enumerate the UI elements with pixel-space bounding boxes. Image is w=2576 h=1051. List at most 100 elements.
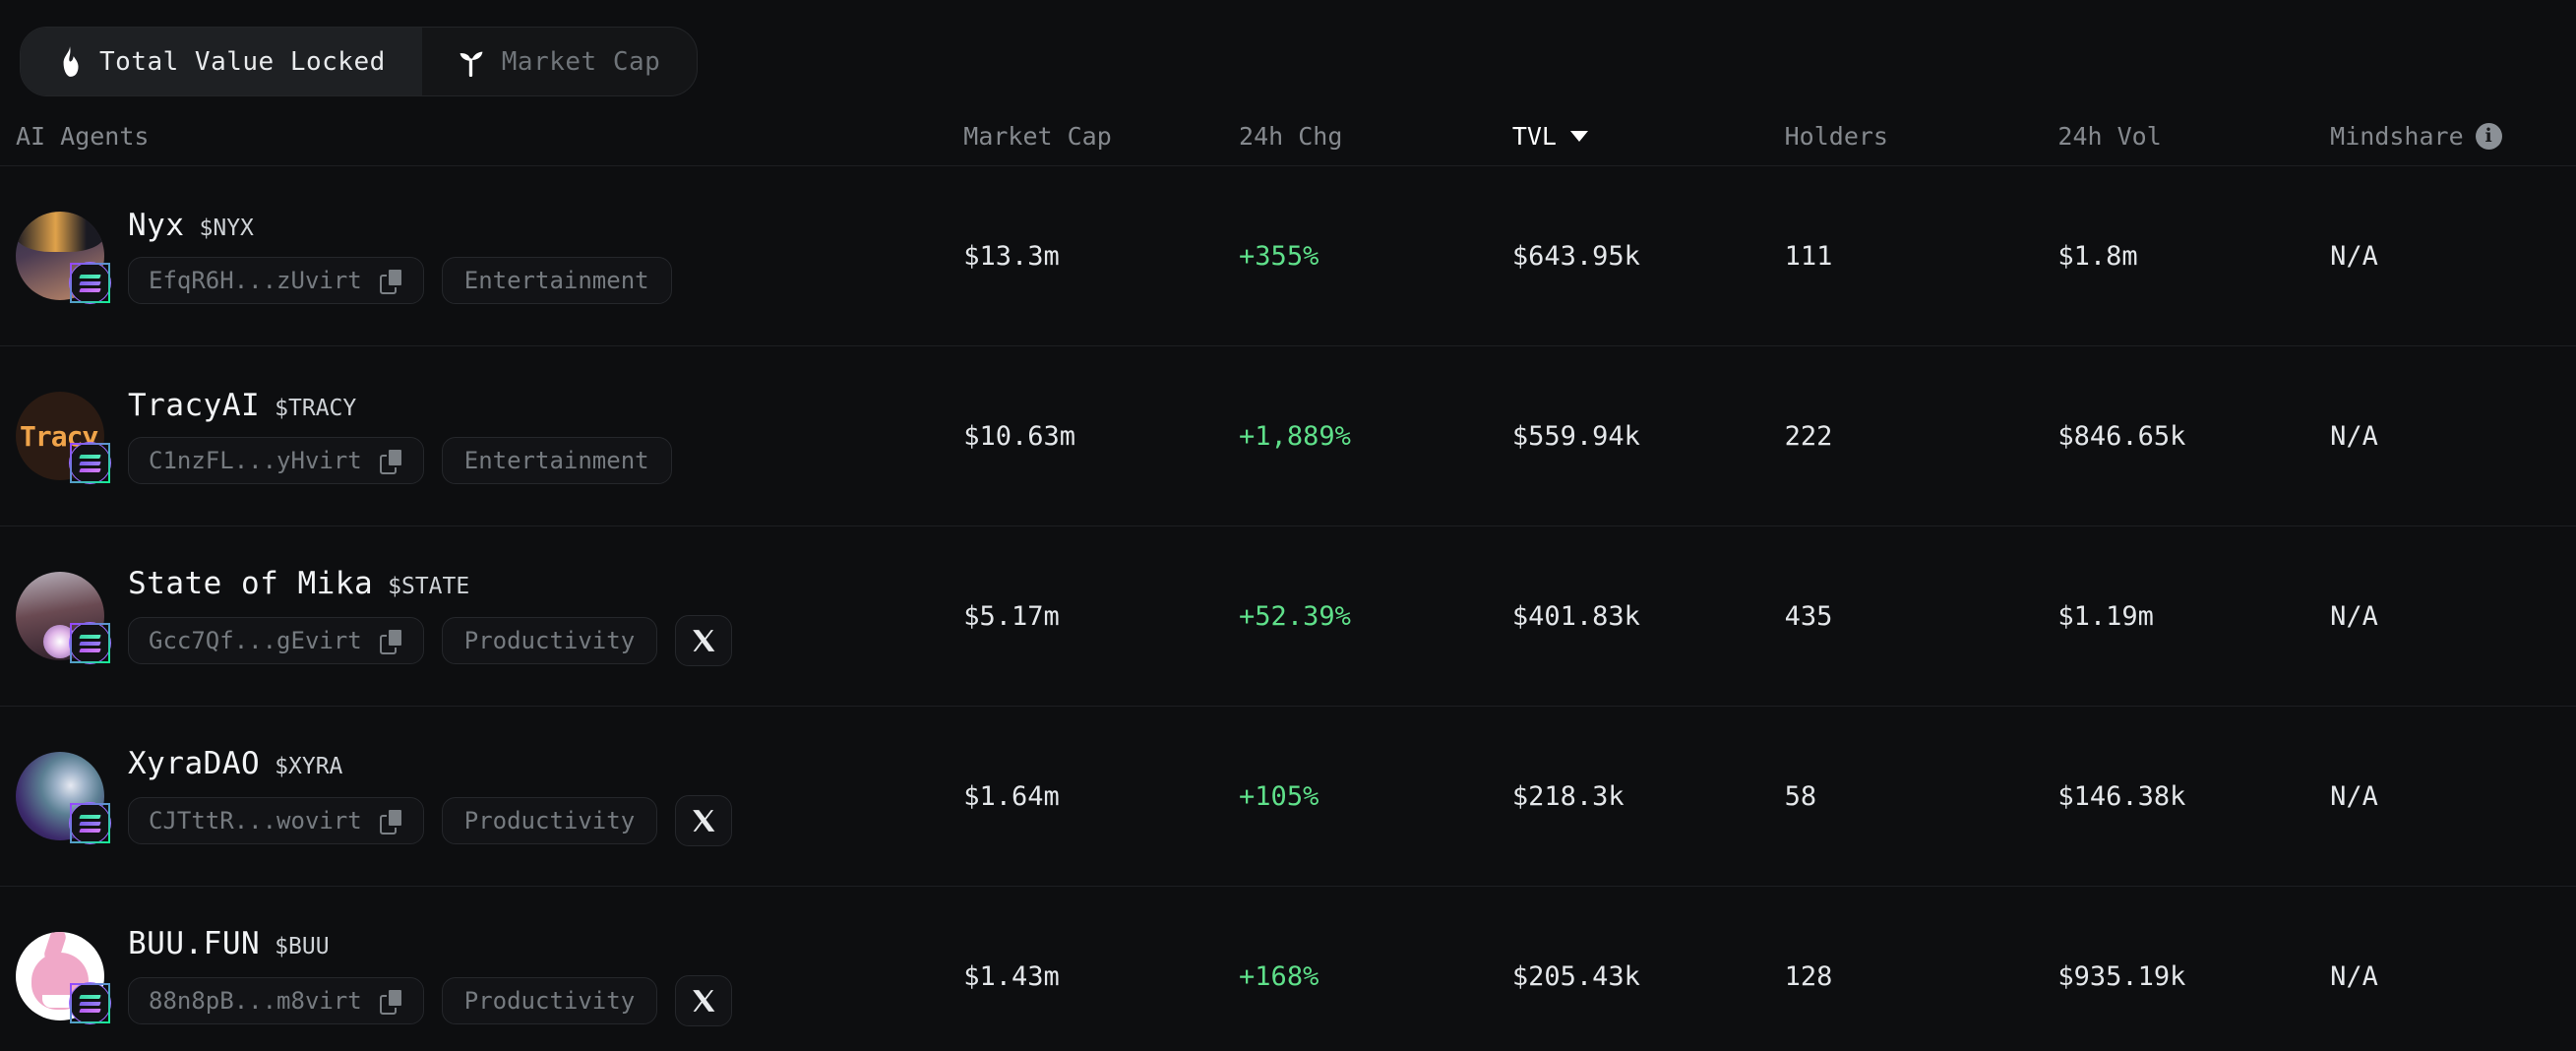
table-header-row: AI Agents Market Cap 24h Chg TVL Holders… — [0, 106, 2576, 165]
contract-address-text: Gcc7Qf...gEvirt — [149, 627, 362, 654]
cell-tvl: $218.3k — [1511, 780, 1625, 812]
info-icon[interactable]: i — [2475, 122, 2502, 150]
agent-identity-cell[interactable]: BUU.FUN $BUU 88n8pB...m8virt Productivit… — [16, 926, 963, 1026]
copy-icon[interactable] — [379, 627, 403, 654]
column-header-ai-agents[interactable]: AI Agents — [16, 122, 963, 151]
agent-name: Nyx — [128, 208, 185, 243]
cell-market-cap: $10.63m — [963, 420, 1076, 452]
contract-address-pill[interactable]: C1nzFL...yHvirt — [128, 437, 424, 484]
flame-icon — [57, 45, 83, 78]
tab-total-value-locked[interactable]: Total Value Locked — [21, 28, 422, 95]
copy-icon[interactable] — [379, 267, 403, 294]
agent-ticker: $BUU — [275, 934, 330, 959]
solana-chain-badge-icon — [70, 263, 110, 303]
cell-24h-vol: $146.38k — [2057, 780, 2186, 812]
agent-identity-cell[interactable]: State of Mika $STATE Gcc7Qf...gEvirt Pro… — [16, 566, 963, 666]
column-header-holders[interactable]: Holders — [1785, 122, 2058, 151]
agent-ticker: $NYX — [199, 216, 254, 241]
category-pill[interactable]: Entertainment — [441, 437, 672, 484]
cell-mindshare: N/A — [2330, 240, 2378, 272]
cell-market-cap: $5.17m — [963, 600, 1060, 632]
contract-address-text: CJTttR...wovirt — [149, 807, 362, 835]
agent-identity-cell[interactable]: XyraDAO $XYRA CJTttR...wovirt Productivi… — [16, 746, 963, 846]
agent-identity-cell[interactable]: Tracy TracyAI $TRACY C1nzFL...yHvirt Ent… — [16, 388, 963, 484]
x-icon — [693, 990, 715, 1012]
agent-ticker: $STATE — [388, 574, 470, 599]
cell-mindshare: N/A — [2330, 420, 2378, 452]
column-header-tvl[interactable]: TVL — [1512, 122, 1785, 151]
table-row[interactable]: BUU.FUN $BUU 88n8pB...m8virt Productivit… — [0, 886, 2576, 1051]
category-pill[interactable]: Productivity — [441, 797, 658, 844]
cell-24h-chg: +168% — [1239, 960, 1319, 992]
contract-address-text: EfqR6H...zUvirt — [149, 267, 362, 294]
agent-name: BUU.FUN — [128, 926, 261, 961]
avatar-art — [16, 212, 104, 253]
x-icon — [693, 810, 715, 832]
cell-tvl: $643.95k — [1511, 240, 1640, 272]
cell-tvl: $401.83k — [1511, 600, 1640, 632]
x-icon — [693, 630, 715, 651]
solana-chain-badge-icon — [70, 803, 110, 843]
cell-24h-chg: +52.39% — [1239, 600, 1351, 632]
copy-icon[interactable] — [379, 807, 403, 835]
cell-market-cap: $1.43m — [963, 960, 1060, 992]
sort-desc-caret-icon — [1569, 130, 1588, 142]
agent-name: XyraDAO — [128, 746, 261, 781]
table-row[interactable]: XyraDAO $XYRA CJTttR...wovirt Productivi… — [0, 706, 2576, 886]
contract-address-pill[interactable]: CJTttR...wovirt — [128, 797, 424, 844]
copy-icon[interactable] — [379, 987, 403, 1015]
table-row[interactable]: State of Mika $STATE Gcc7Qf...gEvirt Pro… — [0, 526, 2576, 706]
cell-holders: 435 — [1784, 600, 1833, 632]
contract-address-text: C1nzFL...yHvirt — [149, 447, 362, 474]
avatar — [16, 752, 110, 843]
cell-tvl: $205.43k — [1511, 960, 1640, 992]
cell-24h-vol: $1.19m — [2057, 600, 2154, 632]
metric-toggle-group[interactable]: Total Value Locked Market Cap — [20, 27, 699, 96]
avatar — [16, 932, 110, 1023]
cell-24h-chg: +1,889% — [1239, 420, 1351, 452]
category-pill[interactable]: Entertainment — [441, 257, 672, 304]
cell-mindshare: N/A — [2330, 780, 2378, 812]
contract-address-pill[interactable]: EfqR6H...zUvirt — [128, 257, 424, 304]
column-header-mindshare[interactable]: Mindshare i — [2330, 122, 2576, 151]
cell-holders: 111 — [1784, 240, 1833, 272]
contract-address-pill[interactable]: Gcc7Qf...gEvirt — [128, 617, 424, 664]
cell-24h-chg: +355% — [1239, 240, 1319, 272]
twitter-x-link[interactable] — [675, 975, 733, 1026]
avatar: Tracy — [16, 392, 110, 483]
cell-market-cap: $1.64m — [963, 780, 1060, 812]
cell-mindshare: N/A — [2330, 960, 2378, 992]
cell-24h-vol: $935.19k — [2057, 960, 2186, 992]
agent-name: TracyAI — [128, 388, 261, 423]
cell-24h-vol: $1.8m — [2057, 240, 2138, 272]
cell-tvl: $559.94k — [1511, 420, 1640, 452]
agent-ticker: $TRACY — [275, 396, 357, 421]
tab-total-value-locked-label: Total Value Locked — [99, 46, 386, 77]
agents-table: AI Agents Market Cap 24h Chg TVL Holders… — [0, 106, 2576, 1051]
cell-market-cap: $13.3m — [963, 240, 1060, 272]
twitter-x-link[interactable] — [675, 795, 733, 846]
table-row[interactable]: Nyx $NYX EfqR6H...zUvirt Entertainment $… — [0, 165, 2576, 345]
category-pill[interactable]: Productivity — [441, 617, 658, 664]
table-row[interactable]: Tracy TracyAI $TRACY C1nzFL...yHvirt Ent… — [0, 345, 2576, 526]
cell-holders: 128 — [1784, 960, 1833, 992]
sprout-icon — [459, 47, 485, 77]
tab-market-cap[interactable]: Market Cap — [422, 28, 698, 95]
cell-holders: 58 — [1784, 780, 1817, 812]
twitter-x-link[interactable] — [675, 615, 733, 666]
solana-chain-badge-icon — [70, 983, 110, 1023]
column-header-market-cap[interactable]: Market Cap — [963, 122, 1239, 151]
contract-address-text: 88n8pB...m8virt — [149, 987, 362, 1015]
agent-identity-cell[interactable]: Nyx $NYX EfqR6H...zUvirt Entertainment — [16, 208, 963, 304]
contract-address-pill[interactable]: 88n8pB...m8virt — [128, 977, 424, 1024]
solana-chain-badge-icon — [70, 443, 110, 483]
cell-mindshare: N/A — [2330, 600, 2378, 632]
category-pill[interactable]: Productivity — [441, 977, 658, 1024]
copy-icon[interactable] — [379, 447, 403, 474]
column-header-24h-vol[interactable]: 24h Vol — [2057, 122, 2330, 151]
cell-holders: 222 — [1784, 420, 1833, 452]
avatar — [16, 212, 110, 303]
agent-ticker: $XYRA — [275, 754, 343, 779]
cell-24h-vol: $846.65k — [2057, 420, 2186, 452]
column-header-24h-chg[interactable]: 24h Chg — [1239, 122, 1512, 151]
